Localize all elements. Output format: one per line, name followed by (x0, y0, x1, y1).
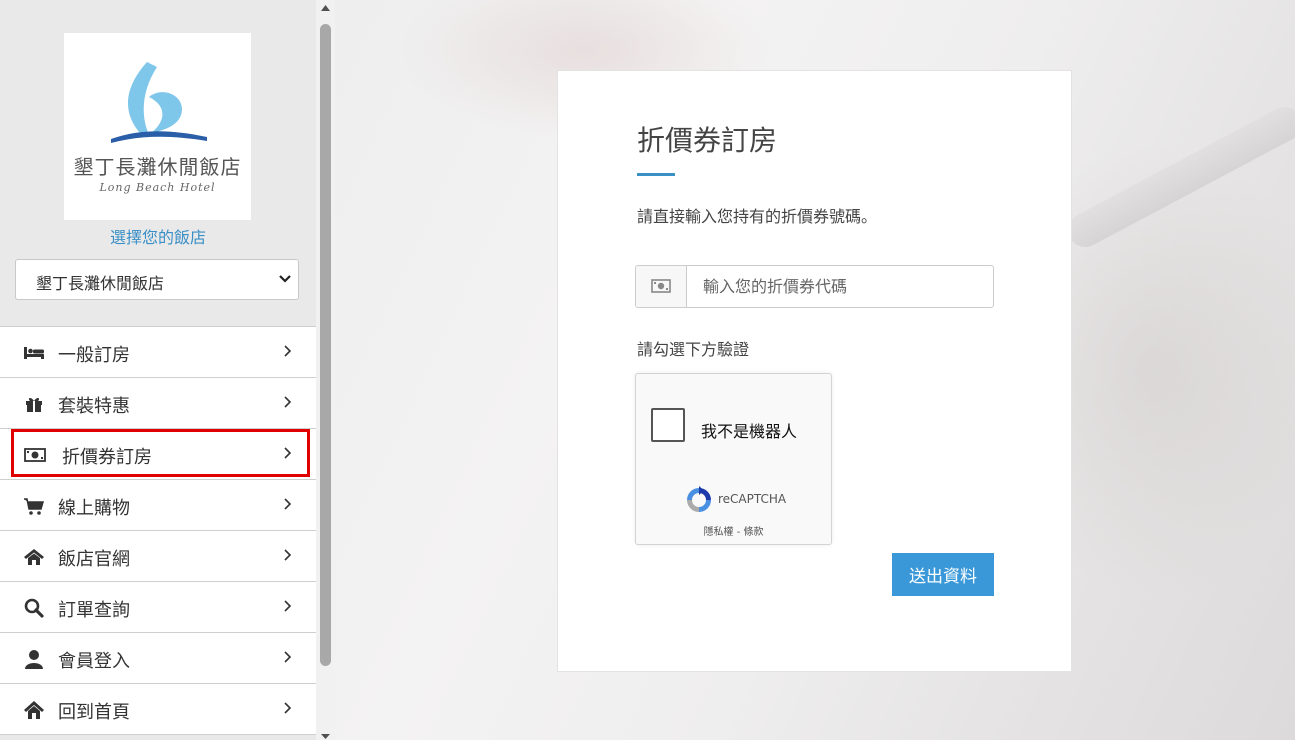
hotel-logo-mark (111, 62, 207, 143)
sidebar-item-member-login[interactable]: 會員登入 (0, 632, 316, 683)
recaptcha-widget: 我不是機器人 reCAPTCHA 隱私權 - 條款 (635, 373, 832, 545)
sidebar-item-order-query[interactable]: 訂單查詢 (0, 581, 316, 632)
hotel-select-value: 墾丁長灘休閒飯店 (36, 274, 165, 293)
chevron-down-icon (279, 275, 291, 283)
scroll-thumb[interactable] (320, 24, 331, 666)
sidebar-item-coupon-booking[interactable]: 折價券訂房 (0, 428, 316, 479)
sidebar-scrollbar[interactable] (316, 0, 335, 740)
submit-button[interactable]: 送出資料 (892, 553, 994, 596)
hotel-select[interactable]: 墾丁長灘休閒飯店 (15, 259, 299, 300)
user-icon (25, 650, 43, 669)
chevron-right-icon (284, 549, 292, 561)
sidebar-item-hotel-website[interactable]: 飯店官網 (0, 530, 316, 581)
search-icon (24, 598, 44, 618)
page-title: 折價券訂房 (637, 124, 778, 157)
sidebar-item-packages[interactable]: 套裝特惠 (0, 377, 316, 428)
logo-hotel-name: 墾丁長灘休閒飯店 (73, 155, 242, 179)
home-icon (24, 701, 44, 719)
sidebar-item-back-home[interactable]: 回到首頁 (0, 683, 316, 735)
coupon-code-input[interactable] (687, 266, 1003, 307)
chevron-right-icon (284, 396, 292, 408)
chevron-right-icon (284, 600, 292, 612)
scroll-up-arrow-icon[interactable] (320, 4, 331, 12)
recaptcha-privacy-link[interactable]: 隱私權 (704, 527, 734, 538)
page-description: 請直接輸入您持有的折價券號碼。 (637, 207, 878, 226)
sidebar-item-label: 折價券訂房 (62, 447, 152, 468)
money-bill-icon (651, 279, 671, 293)
title-underline (637, 173, 675, 176)
main-area: 折價券訂房 請直接輸入您持有的折價券號碼。 請勾選下方驗證 我不是機器人 (335, 0, 1295, 740)
sidebar-item-label: 會員登入 (58, 651, 130, 672)
sidebar-item-online-shopping[interactable]: 線上購物 (0, 479, 316, 530)
sidebar-menu: 一般訂房 套裝特惠 折價券訂房 線上購物 飯店官網 訂單查詢 會員登入 回到首頁 (0, 326, 316, 735)
shopping-cart-icon (24, 498, 44, 515)
chevron-right-icon (284, 345, 292, 357)
sidebar-item-label: 回到首頁 (58, 702, 130, 723)
sidebar-item-label: 飯店官網 (58, 549, 130, 570)
logo-hotel-english: Long Beach Hotel (99, 181, 216, 194)
money-bill-icon (24, 448, 46, 462)
recaptcha-checkbox[interactable] (651, 408, 685, 442)
sidebar-item-label: 線上購物 (58, 498, 130, 519)
scroll-down-arrow-icon[interactable] (320, 733, 331, 740)
coupon-booking-card: 折價券訂房 請直接輸入您持有的折價券號碼。 請勾選下方驗證 我不是機器人 (557, 70, 1072, 672)
recaptcha-checkbox-label: 我不是機器人 (701, 422, 798, 441)
chevron-right-icon (284, 447, 292, 459)
sidebar-item-label: 訂單查詢 (58, 600, 130, 621)
gift-icon (26, 397, 42, 412)
coupon-input-addon (636, 266, 687, 307)
sidebar-item-label: 套裝特惠 (58, 396, 130, 417)
recaptcha-terms-link[interactable]: 條款 (743, 527, 763, 538)
chevron-right-icon (284, 498, 292, 510)
recaptcha-links-separator: - (733, 527, 744, 538)
sidebar-item-general-booking[interactable]: 一般訂房 (0, 326, 316, 377)
choose-hotel-link[interactable]: 選擇您的飯店 (0, 224, 316, 248)
recaptcha-logo-icon (687, 486, 711, 512)
verify-label: 請勾選下方驗證 (637, 340, 750, 359)
sidebar-item-label: 一般訂房 (58, 345, 130, 366)
coupon-input-group (635, 265, 1003, 308)
recaptcha-brand: reCAPTCHA (718, 492, 787, 506)
chevron-right-icon (284, 651, 292, 663)
sidebar: 墾丁長灘休閒飯店 Long Beach Hotel 選擇您的飯店 墾丁長灘休閒飯… (0, 0, 316, 740)
bed-icon (24, 347, 44, 359)
hotel-logo: 墾丁長灘休閒飯店 Long Beach Hotel (64, 33, 251, 220)
home-icon (24, 549, 44, 565)
recaptcha-links: 隱私權 - 條款 (636, 523, 831, 538)
chevron-right-icon (284, 702, 292, 714)
